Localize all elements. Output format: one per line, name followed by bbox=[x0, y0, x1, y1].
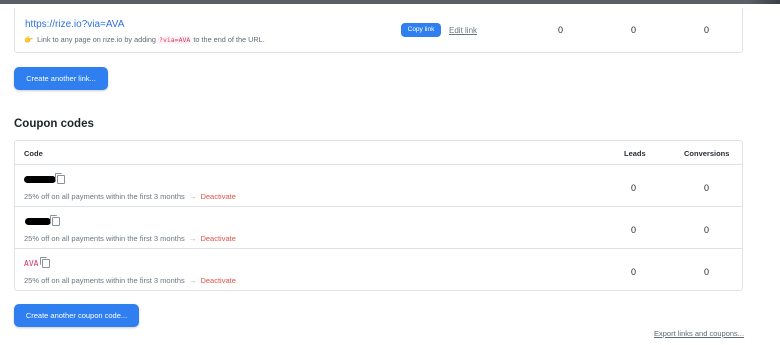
column-header-leads: Leads bbox=[624, 149, 646, 158]
coupon-code bbox=[24, 215, 60, 227]
deactivate-button[interactable]: Deactivate bbox=[200, 276, 235, 285]
copy-icon[interactable] bbox=[40, 257, 51, 268]
create-coupon-button[interactable]: Create another coupon code... bbox=[14, 304, 139, 327]
coupon-table: Code Leads Conversions 25% off on all pa… bbox=[14, 140, 743, 291]
coupon-description-text: 25% off on all payments within the first… bbox=[24, 276, 185, 285]
hint-prefix: Link to any page on rize.io by adding bbox=[37, 35, 156, 44]
coupon-conversions: 0 bbox=[704, 267, 710, 277]
coupon-description-text: 25% off on all payments within the first… bbox=[24, 234, 185, 243]
hand-pointing-icon: 👉 bbox=[24, 35, 34, 44]
coupon-code: AVA bbox=[24, 257, 51, 269]
redacted-code bbox=[24, 176, 56, 183]
deactivate-button[interactable]: Deactivate bbox=[200, 192, 235, 201]
referral-link-url[interactable]: https://rize.io?via=AVA bbox=[25, 19, 124, 30]
hint-token: ?via=AVA bbox=[158, 36, 192, 44]
coupon-section-title: Coupon codes bbox=[14, 118, 94, 130]
copy-icon[interactable] bbox=[55, 173, 65, 184]
edit-link-button[interactable]: Edit link bbox=[449, 26, 477, 35]
column-header-conversions: Conversions bbox=[684, 149, 730, 158]
copy-link-button[interactable]: Copy link bbox=[401, 23, 441, 37]
coupon-code bbox=[24, 173, 65, 185]
create-link-button[interactable]: Create another link... bbox=[14, 67, 108, 90]
top-bar bbox=[0, 0, 780, 4]
link-stat-leads: 0 bbox=[631, 25, 637, 35]
coupon-leads: 0 bbox=[631, 183, 637, 193]
export-link[interactable]: Export links and coupons... bbox=[654, 329, 744, 338]
coupon-conversions: 0 bbox=[704, 183, 710, 193]
referral-link-panel: https://rize.io?via=AVA 👉 Link to any pa… bbox=[14, 8, 743, 53]
arrow-icon: → bbox=[188, 192, 197, 201]
referral-link-hint: 👉 Link to any page on rize.io by adding … bbox=[24, 35, 265, 44]
hint-suffix: to the end of the URL. bbox=[193, 35, 265, 44]
coupon-description-text: 25% off on all payments within the first… bbox=[24, 192, 185, 201]
coupon-code-text: AVA bbox=[24, 259, 39, 268]
table-row: 25% off on all payments within the first… bbox=[15, 164, 742, 207]
coupon-description: 25% off on all payments within the first… bbox=[24, 276, 236, 285]
column-header-code: Code bbox=[24, 149, 43, 158]
coupon-description: 25% off on all payments within the first… bbox=[24, 192, 236, 201]
link-stat-clicks: 0 bbox=[558, 25, 564, 35]
coupon-leads: 0 bbox=[631, 225, 637, 235]
coupon-conversions: 0 bbox=[704, 225, 710, 235]
arrow-icon: → bbox=[188, 234, 197, 243]
coupon-leads: 0 bbox=[631, 267, 637, 277]
coupon-description: 25% off on all payments within the first… bbox=[24, 234, 236, 243]
redacted-code bbox=[25, 218, 51, 225]
copy-icon[interactable] bbox=[50, 215, 60, 226]
table-row: 25% off on all payments within the first… bbox=[15, 206, 742, 249]
deactivate-button[interactable]: Deactivate bbox=[200, 234, 235, 243]
arrow-icon: → bbox=[188, 276, 197, 285]
link-stat-conversions: 0 bbox=[704, 25, 710, 35]
table-row: AVA 25% off on all payments within the f… bbox=[15, 248, 742, 291]
